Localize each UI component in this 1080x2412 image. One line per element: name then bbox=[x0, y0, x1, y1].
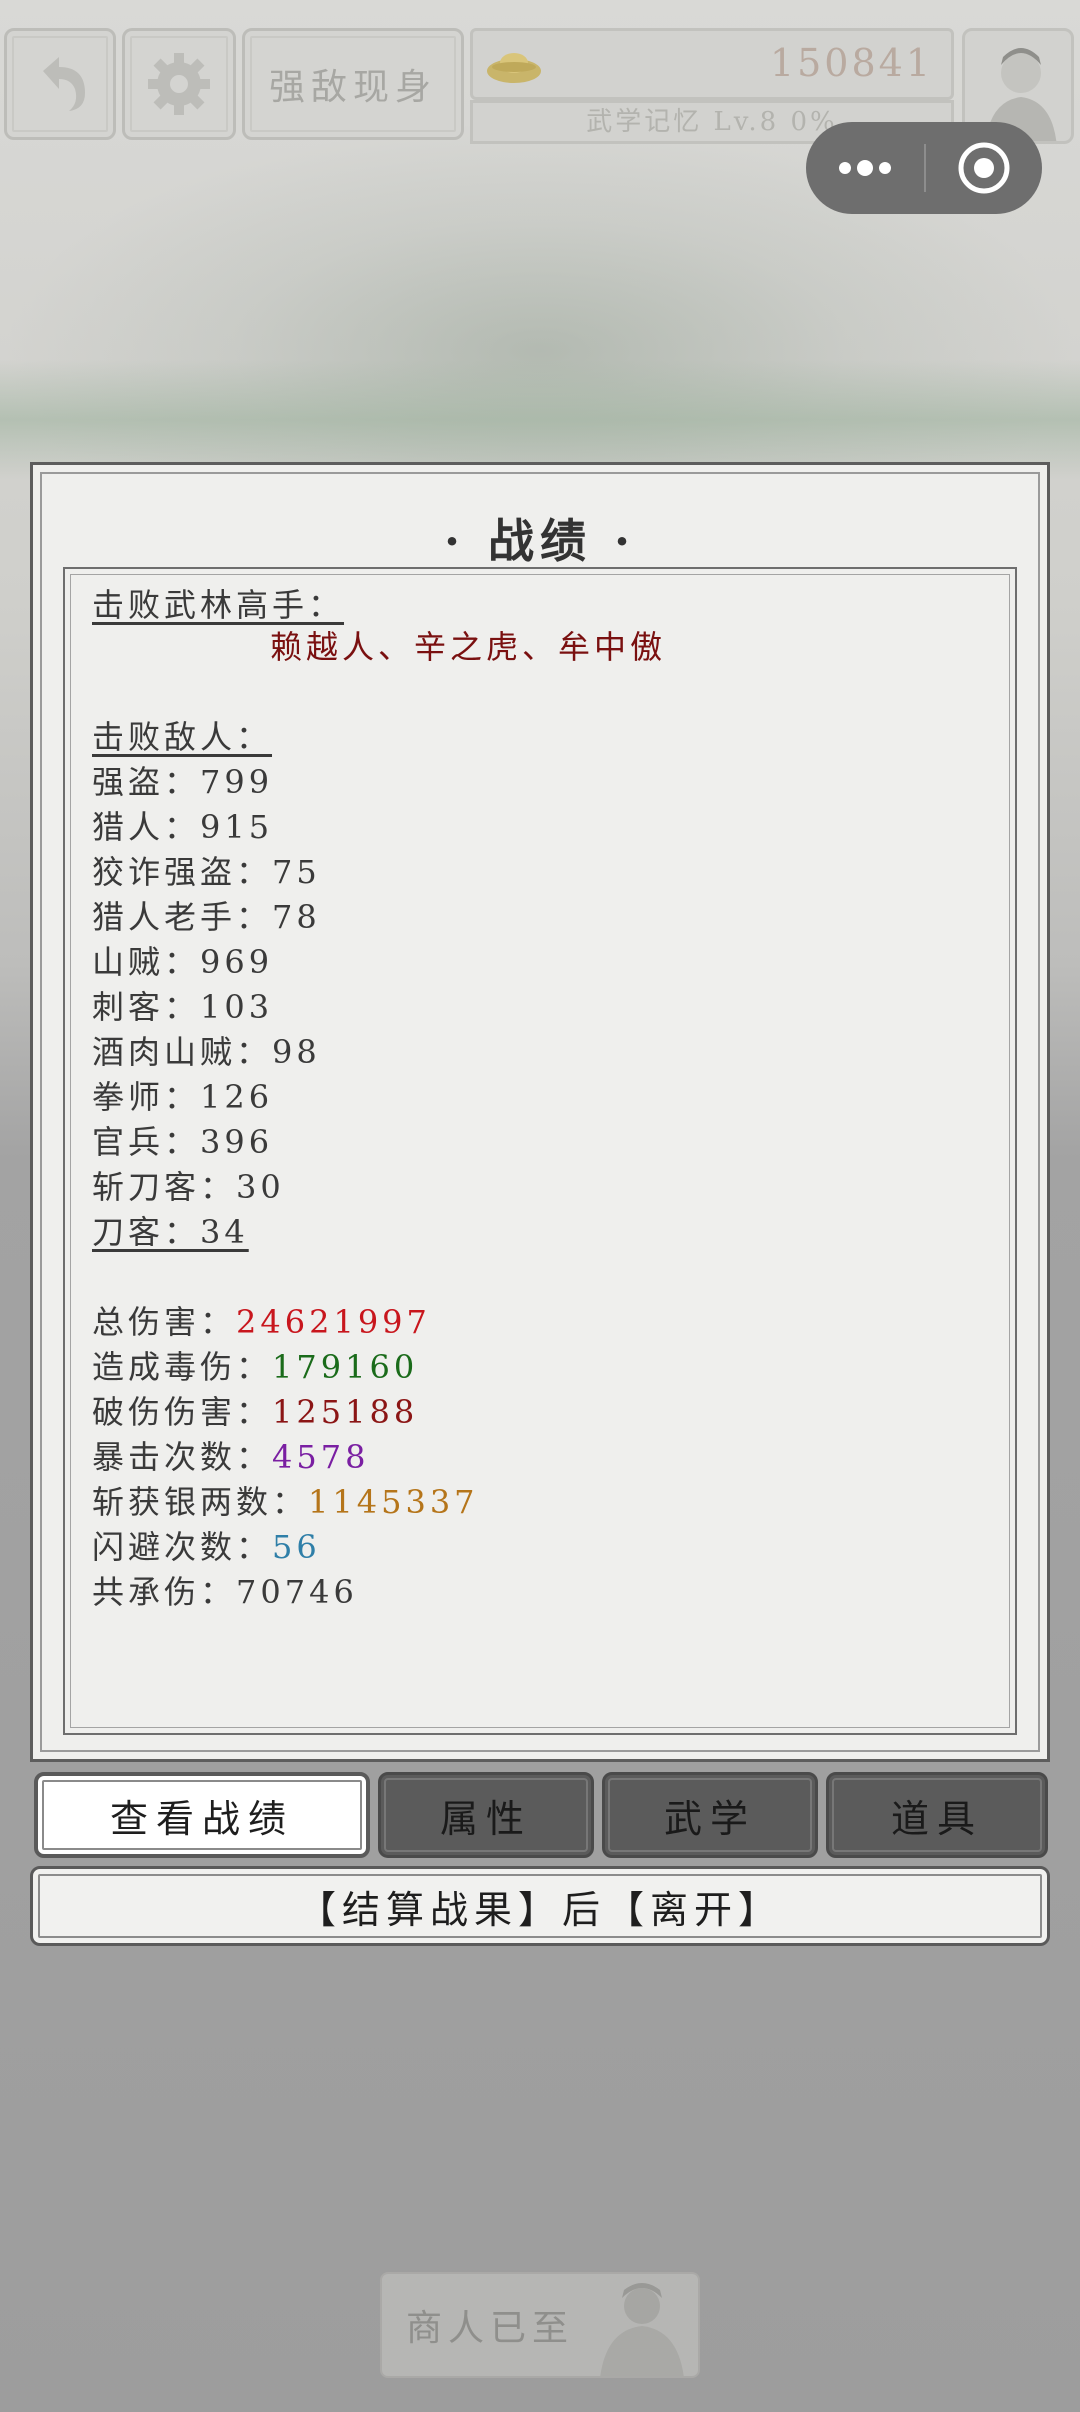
close-miniprogram-button[interactable] bbox=[926, 122, 1042, 214]
stat-crit-count: 暴击次数：4578 bbox=[92, 1438, 370, 1476]
enemy-count: 酒肉山贼：98 bbox=[92, 1033, 321, 1071]
enemy-count: 狡诈强盗：75 bbox=[92, 853, 321, 891]
tab-attributes[interactable]: 属性 bbox=[378, 1772, 594, 1858]
enemy-count: 山贼：969 bbox=[92, 943, 274, 981]
stat-total-damage: 总伤害：24621997 bbox=[92, 1303, 431, 1341]
record-circle-icon bbox=[958, 142, 1010, 194]
enemy-count: 猎人：915 bbox=[92, 808, 274, 846]
gear-icon bbox=[148, 53, 210, 115]
stat-poison-damage: 造成毒伤：179160 bbox=[92, 1348, 419, 1386]
defeated-masters: 赖越人、辛之虎、牟中傲 bbox=[270, 628, 667, 666]
stat-wound-damage: 破伤伤害：125188 bbox=[92, 1393, 419, 1431]
more-dots-icon bbox=[839, 160, 891, 176]
silver-amount: 150841 bbox=[769, 41, 933, 85]
tab-items[interactable]: 道具 bbox=[826, 1772, 1048, 1858]
enemy-count: 刀客：34 bbox=[92, 1213, 249, 1251]
enemy-count: 强盗：799 bbox=[92, 763, 274, 801]
tab-battle-record[interactable]: 查看战绩 bbox=[34, 1772, 370, 1858]
merchant-label: 商人已至 bbox=[406, 2308, 575, 2349]
stat-dodge-count: 闪避次数：56 bbox=[92, 1528, 321, 1566]
enemy-count: 斩刀客：30 bbox=[92, 1168, 285, 1206]
miniprogram-capsule bbox=[806, 122, 1042, 214]
masters-label: 击败武林高手： bbox=[92, 586, 345, 624]
merchant-arrived-button[interactable]: 商人已至 bbox=[380, 2272, 700, 2378]
panel-title: · 战绩 · bbox=[443, 514, 637, 568]
gold-ingot-icon bbox=[487, 53, 541, 83]
back-button[interactable] bbox=[4, 28, 116, 140]
settle-and-leave-button[interactable]: 【结算战果】后【离开】 bbox=[30, 1866, 1050, 1946]
tab-martial-arts[interactable]: 武学 bbox=[602, 1772, 818, 1858]
stat-damage-taken: 共承伤：70746 bbox=[92, 1573, 358, 1611]
enemy-count: 猎人老手：78 bbox=[92, 898, 321, 936]
settings-button[interactable] bbox=[122, 28, 236, 140]
more-button[interactable] bbox=[806, 122, 924, 214]
merchant-portrait-icon bbox=[600, 2283, 684, 2376]
stat-silver-gained: 斩获银两数：1145337 bbox=[92, 1483, 479, 1521]
enemy-count: 官兵：396 bbox=[92, 1123, 274, 1161]
enemy-count: 拳师：126 bbox=[92, 1078, 274, 1116]
silver-counter: 150841 bbox=[470, 28, 954, 100]
event-title: 强敌现身 bbox=[242, 28, 464, 140]
back-arrow-icon bbox=[43, 57, 85, 111]
enemy-count: 刺客：103 bbox=[92, 988, 274, 1026]
enemies-label: 击败敌人： bbox=[92, 718, 273, 756]
